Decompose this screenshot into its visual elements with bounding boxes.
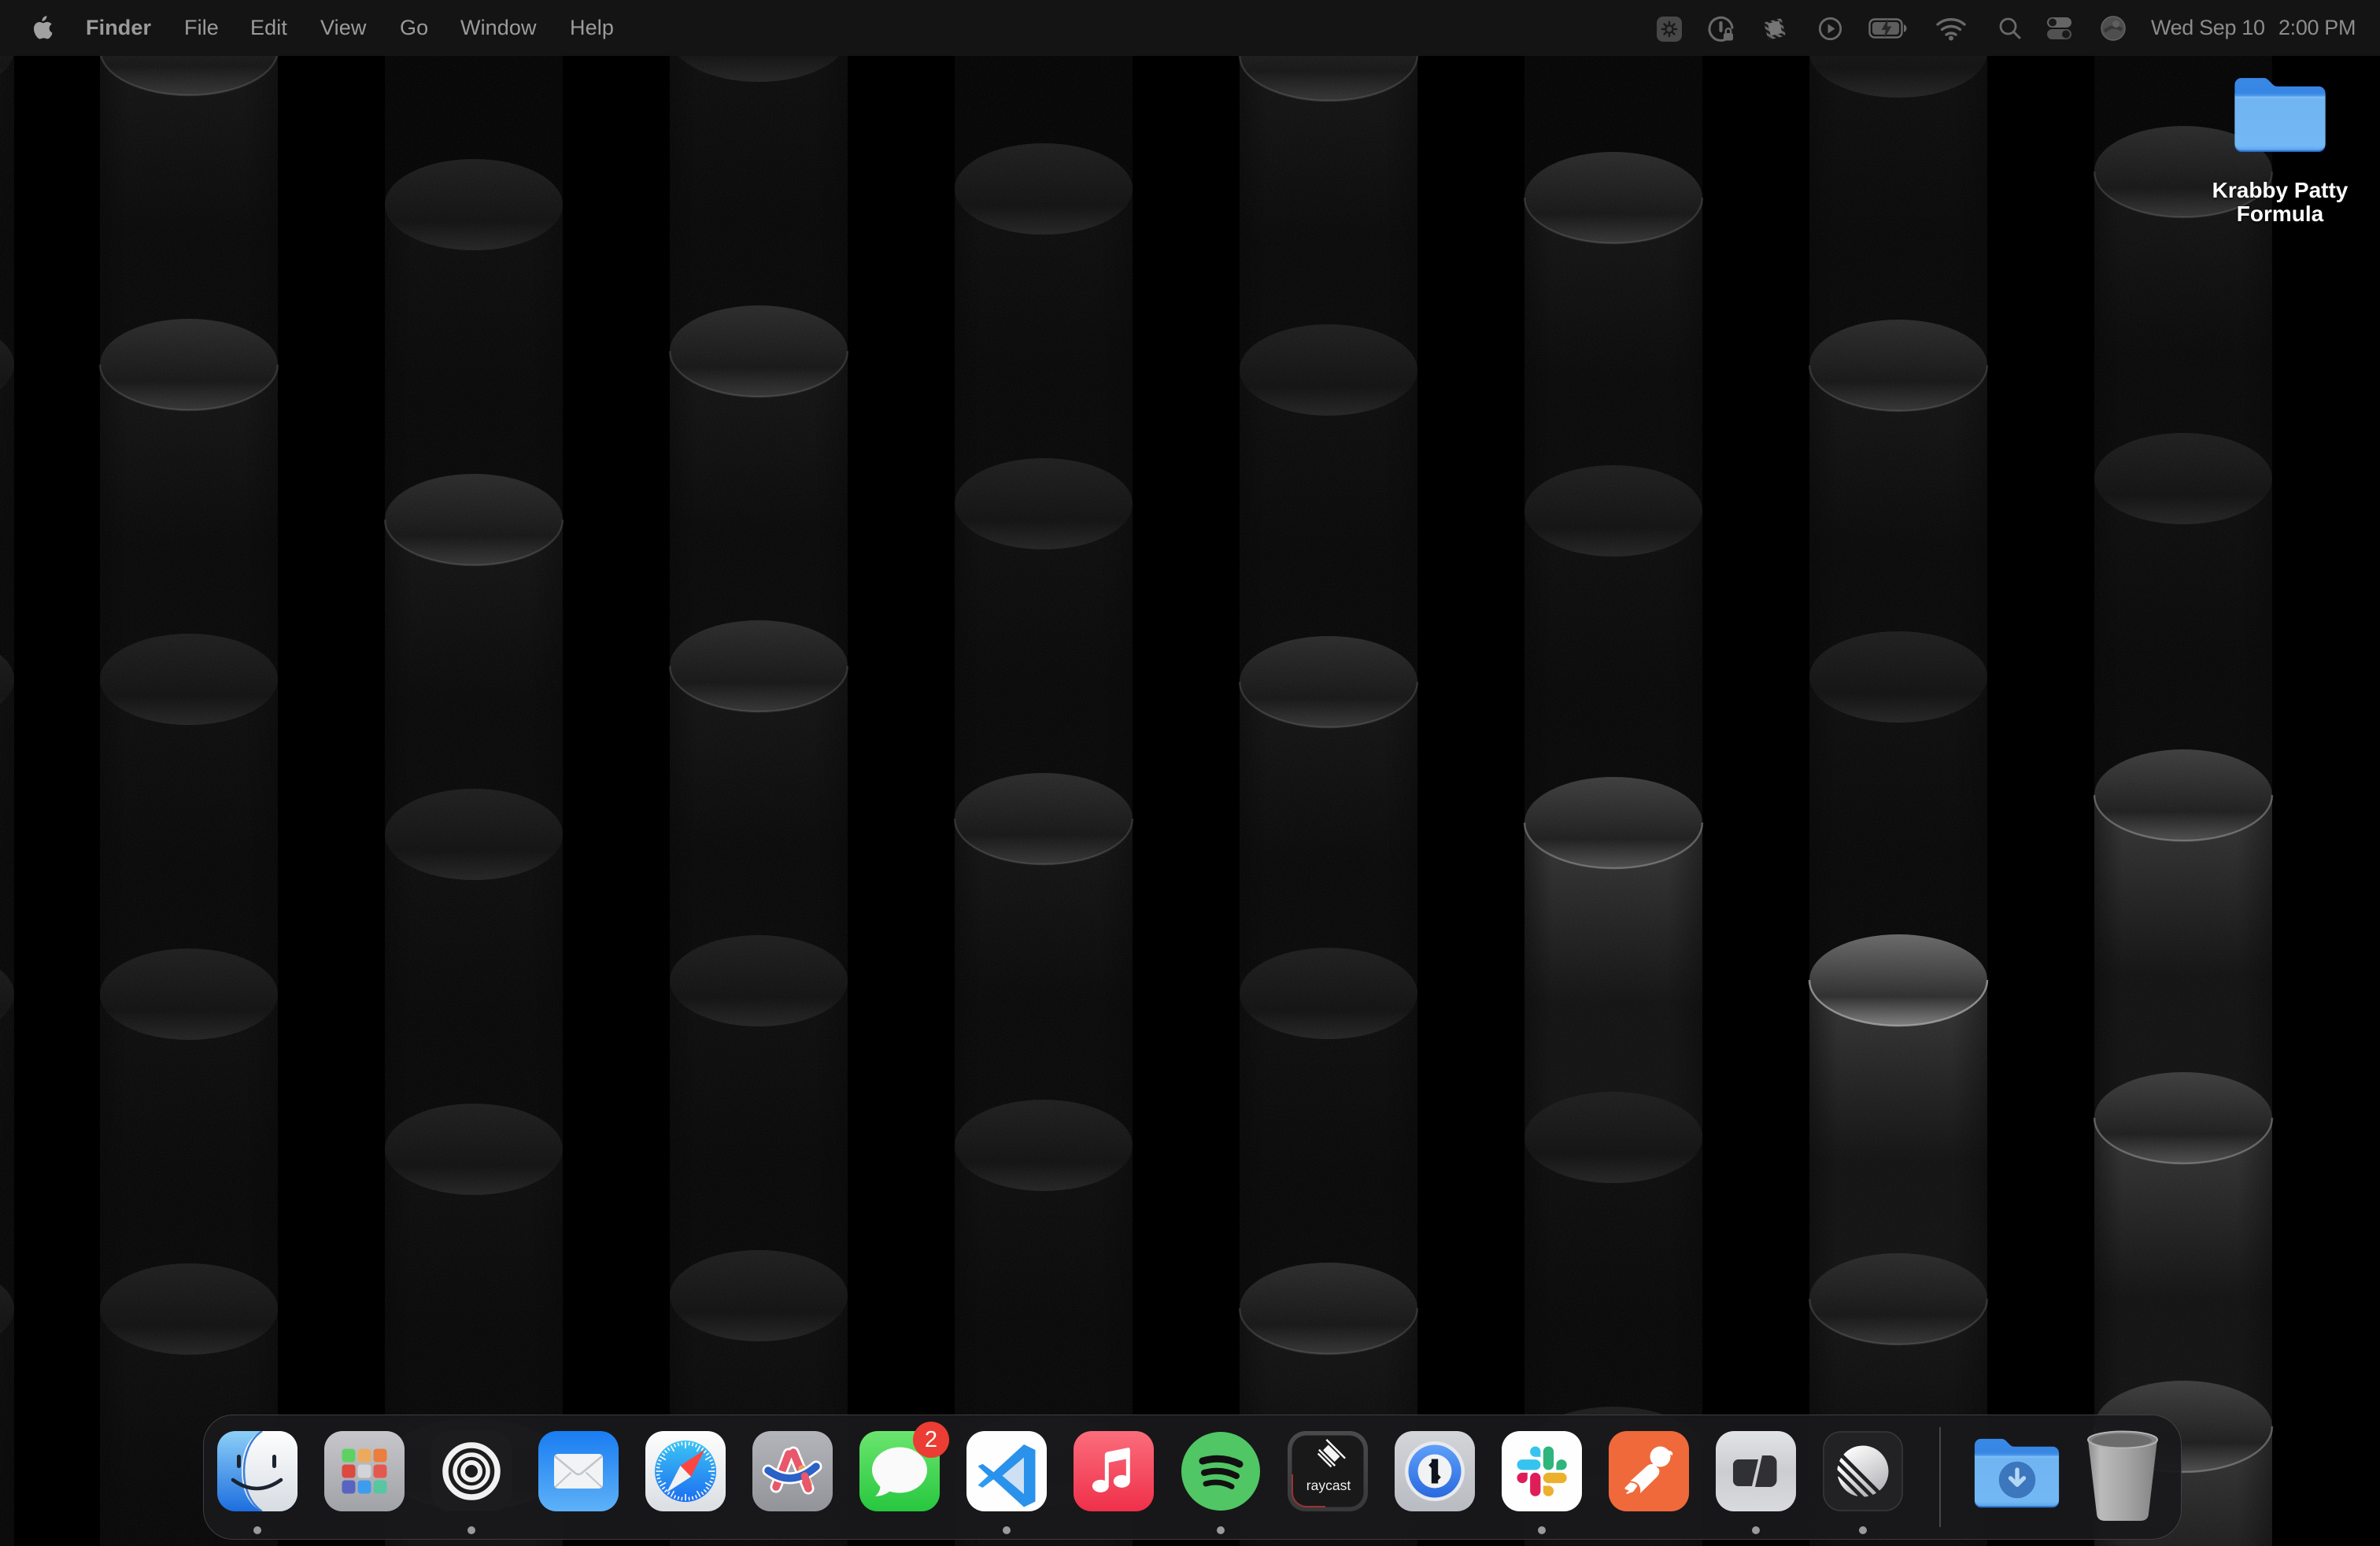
- svg-text:raycast: raycast: [1306, 1478, 1351, 1493]
